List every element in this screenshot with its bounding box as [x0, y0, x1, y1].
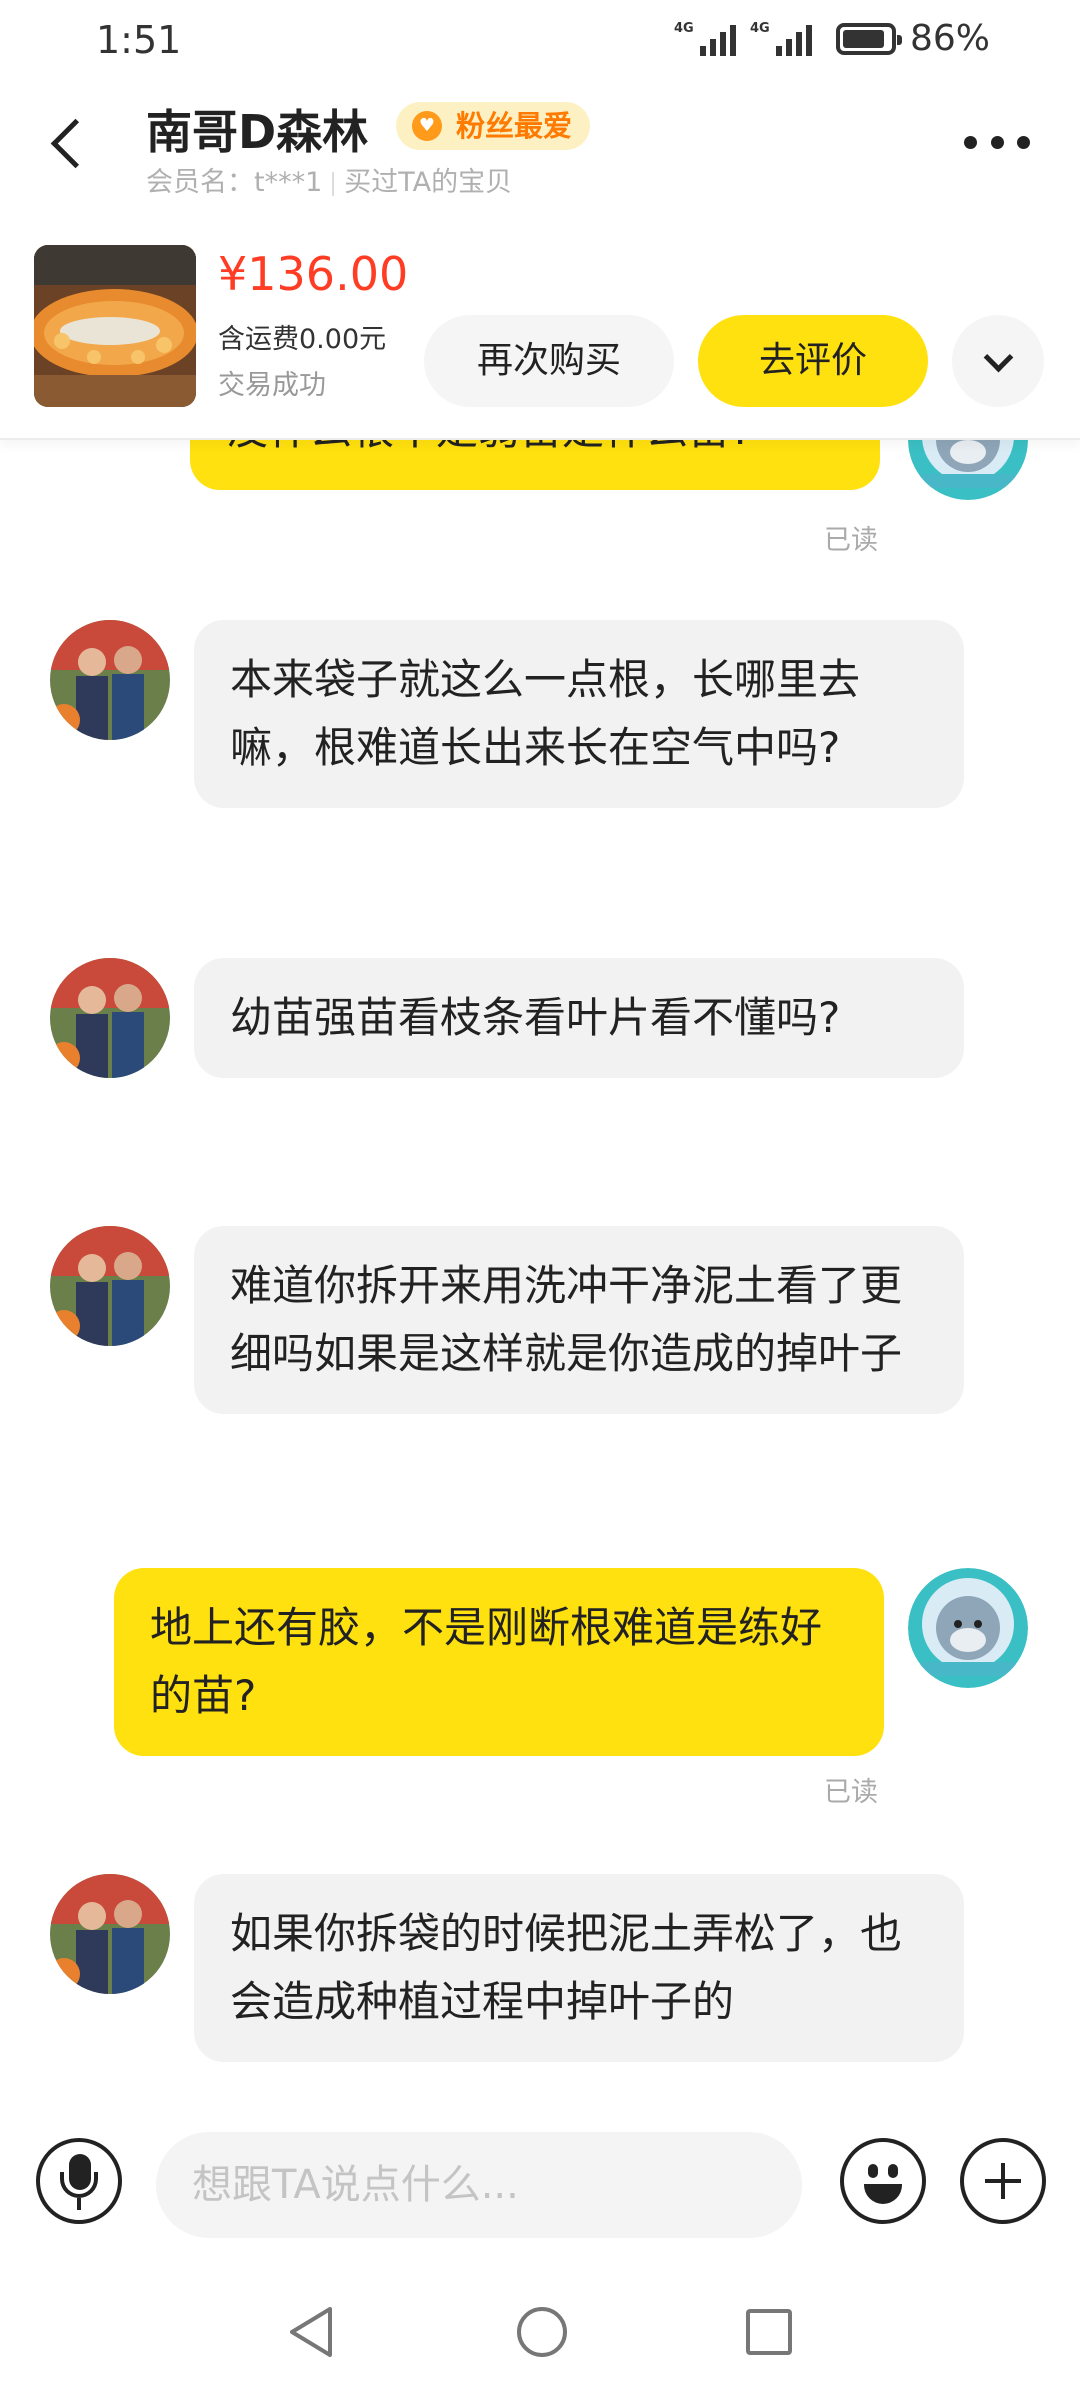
status-time: 1:51 [96, 18, 182, 62]
message-bubble-incoming[interactable]: 如果你拆袋的时候把泥土弄松了，也会造成种植过程中掉叶子的 [194, 1874, 964, 2062]
nav-back-icon[interactable] [286, 2305, 336, 2359]
message-bubble-incoming[interactable]: 本来袋子就这么一点根，长哪里去嘛，根难道长出来长在空气中吗? [194, 620, 964, 808]
order-card: ¥136.00 含运费0.00元 交易成功 再次购买 去评价 [0, 205, 1080, 440]
message-bubble-outgoing[interactable]: 没什么根不是弱苗是什么苗? [190, 440, 880, 490]
microphone-icon[interactable] [36, 2138, 122, 2224]
message-input[interactable] [156, 2132, 802, 2238]
product-thumbnail[interactable] [34, 245, 196, 407]
plus-icon[interactable] [960, 2138, 1046, 2224]
contact-avatar[interactable] [50, 620, 170, 740]
input-bar [0, 2110, 1080, 2265]
order-price: ¥136.00 [218, 247, 409, 301]
nav-home-icon[interactable] [515, 2305, 569, 2359]
shipping-fee: 含运费0.00元 [218, 324, 387, 355]
heart-badge-icon: ♥ [412, 111, 442, 141]
status-bar: 1:51 4G 4G 86% [0, 0, 1080, 80]
more-options-icon[interactable] [964, 130, 1030, 154]
system-nav-bar [0, 2265, 1080, 2400]
message-bubble-incoming[interactable]: 幼苗强苗看枝条看叶片看不懂吗? [194, 958, 964, 1078]
contact-name[interactable]: 南哥D森林 [146, 96, 368, 162]
order-status: 交易成功 [218, 370, 326, 401]
read-receipt: 已读 [824, 525, 878, 556]
chat-header: 南哥D森林 ♥ 粉丝最爱 会员名：t***1 买过TA的宝贝 [0, 80, 1080, 205]
battery-icon [835, 22, 902, 55]
status-icons: 4G 4G 86% [674, 18, 990, 59]
message-bubble-outgoing[interactable]: 地上还有胶，不是刚断根难道是练好的苗? [114, 1568, 884, 1756]
contact-avatar[interactable] [50, 1226, 170, 1346]
fan-favorite-badge: ♥ 粉丝最爱 [396, 102, 591, 150]
member-info: 会员名：t***1 买过TA的宝贝 [146, 167, 513, 198]
my-avatar[interactable] [908, 1568, 1028, 1688]
nav-recent-apps-icon[interactable] [744, 2307, 794, 2357]
read-receipt: 已读 [824, 1777, 878, 1808]
emoji-icon[interactable] [840, 2138, 926, 2224]
chat-messages[interactable]: 没什么根不是弱苗是什么苗? 已读 本来袋子就这么一点根，长哪里去嘛，根难道长出来… [0, 440, 1080, 2110]
bought-items-link[interactable]: 买过TA的宝贝 [344, 167, 512, 198]
battery-percent: 86% [909, 18, 990, 59]
signal-icon: 4G [674, 22, 736, 56]
my-avatar[interactable] [908, 440, 1028, 500]
back-arrow-icon[interactable] [44, 108, 104, 178]
signal-icon-2: 4G [750, 22, 812, 56]
contact-avatar[interactable] [50, 1874, 170, 1994]
review-button[interactable]: 去评价 [698, 315, 928, 407]
expand-chevron-icon[interactable] [952, 315, 1044, 407]
rebuy-button[interactable]: 再次购买 [424, 315, 674, 407]
message-bubble-incoming[interactable]: 难道你拆开来用洗冲干净泥土看了更细吗如果是这样就是你造成的掉叶子 [194, 1226, 964, 1414]
contact-avatar[interactable] [50, 958, 170, 1078]
